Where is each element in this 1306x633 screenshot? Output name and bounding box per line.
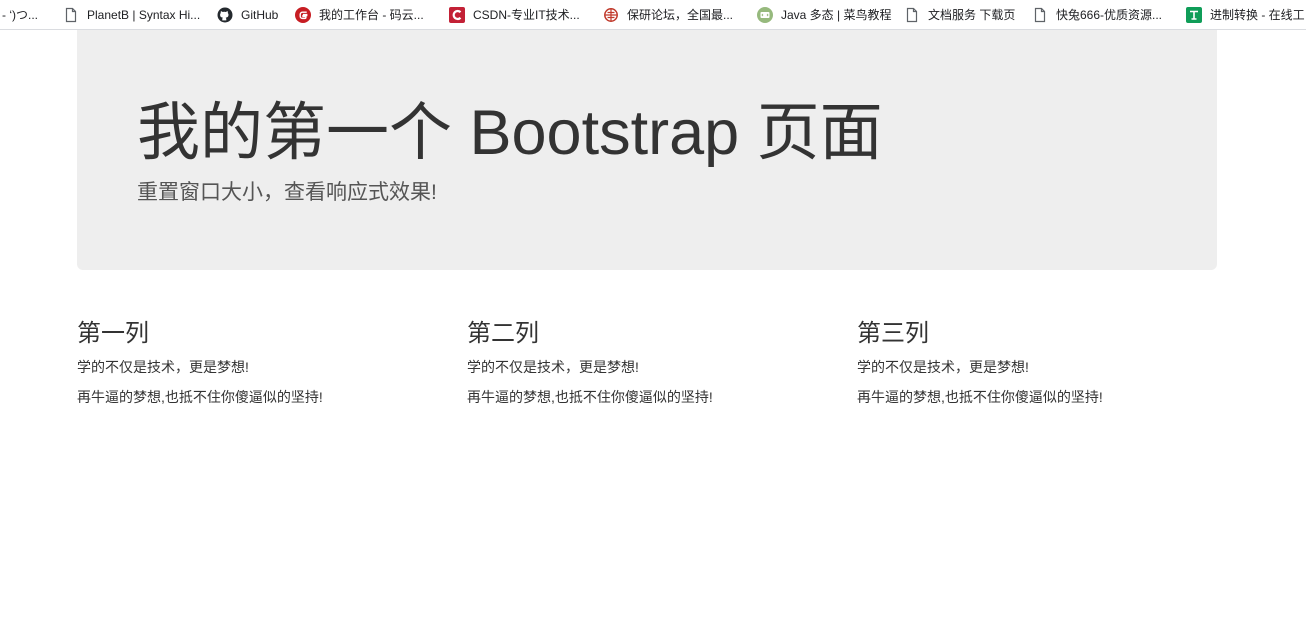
- column-text: 再牛逼的梦想,也抵不住你傻逼似的坚持!: [467, 389, 713, 405]
- gitee-icon: [295, 6, 311, 23]
- bookmarks-bar: - ‘)つ... PlanetB | Syntax Hi... GitHub 我…: [0, 0, 1306, 30]
- column-text: 学的不仅是技术，更是梦想!: [467, 359, 639, 375]
- column-1: 第一列 学的不仅是技术，更是梦想! 再牛逼的梦想,也抵不住你傻逼似的坚持!: [77, 316, 437, 407]
- bookmark-label: 保研论坛，全国最...: [627, 7, 734, 22]
- column-text: 再牛逼的梦想,也抵不住你傻逼似的坚持!: [77, 389, 323, 405]
- column-heading: 第三列: [857, 320, 929, 347]
- bookmark-label: 文档服务 下载页: [928, 7, 1016, 22]
- bookmark-label: - ‘)つ...: [2, 7, 38, 22]
- bookmark-item-baoyan[interactable]: 保研论坛，全国最...: [603, 0, 733, 29]
- bookmark-item[interactable]: - ‘)つ...: [2, 0, 38, 29]
- column-text: 学的不仅是技术，更是梦想!: [857, 359, 1029, 375]
- baoyan-icon: [603, 7, 619, 23]
- bookmark-label: CSDN-专业IT技术...: [473, 7, 580, 22]
- column-2: 第二列 学的不仅是技术，更是梦想! 再牛逼的梦想,也抵不住你傻逼似的坚持!: [467, 316, 827, 407]
- page-icon: [63, 7, 79, 23]
- column-3: 第三列 学的不仅是技术，更是梦想! 再牛逼的梦想,也抵不住你傻逼似的坚持!: [857, 316, 1217, 407]
- bookmark-label: PlanetB | Syntax Hi...: [87, 7, 201, 22]
- column-text: 学的不仅是技术，更是梦想!: [77, 359, 249, 375]
- column-text: 再牛逼的梦想,也抵不住你傻逼似的坚持!: [857, 389, 1103, 405]
- column-heading: 第一列: [77, 320, 149, 347]
- csdn-icon: [449, 6, 465, 23]
- github-icon: [217, 7, 233, 23]
- bookmark-label: 进制转换 - 在线工: [1210, 7, 1305, 22]
- bookmark-item-docs[interactable]: 文档服务 下载页: [904, 0, 1015, 29]
- bookmark-item-csdn[interactable]: CSDN-专业IT技术...: [449, 0, 580, 29]
- bookmark-item-kuaitu[interactable]: 快兔666-优质资源...: [1032, 0, 1162, 29]
- tool-icon: [1186, 6, 1202, 23]
- page-icon: [1032, 7, 1048, 23]
- bookmark-label: Java 多态 | 菜鸟教程: [781, 7, 892, 22]
- column-heading: 第二列: [467, 320, 539, 347]
- page-subtitle: 重置窗口大小，查看响应式效果!: [137, 181, 437, 204]
- runoob-icon: [757, 6, 773, 23]
- page-title: 我的第一个 Bootstrap 页面: [137, 98, 883, 168]
- page-icon: [904, 7, 920, 23]
- bookmark-item-github[interactable]: GitHub: [217, 0, 278, 29]
- bookmark-label: 我的工作台 - 码云...: [319, 7, 424, 22]
- bookmark-item-planetb[interactable]: PlanetB | Syntax Hi...: [63, 0, 200, 29]
- bookmark-label: 快兔666-优质资源...: [1056, 7, 1163, 22]
- bookmark-item-runoob[interactable]: Java 多态 | 菜鸟教程: [757, 0, 891, 29]
- bookmark-label: GitHub: [241, 7, 279, 22]
- bookmark-item-tool[interactable]: 进制转换 - 在线工: [1186, 0, 1305, 29]
- bookmark-item-gitee[interactable]: 我的工作台 - 码云...: [295, 0, 424, 29]
- jumbotron: 我的第一个 Bootstrap 页面 重置窗口大小，查看响应式效果!: [77, 30, 1217, 270]
